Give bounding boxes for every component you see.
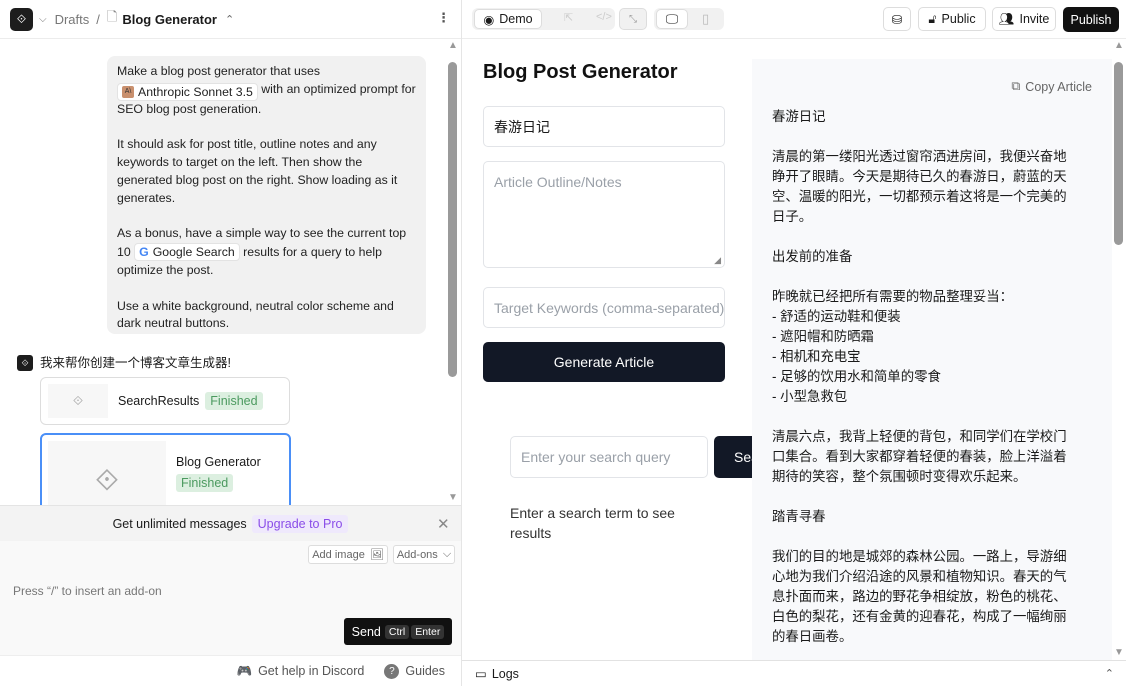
prompt-text: Use a white background, neutral color sc… <box>117 298 394 331</box>
chevrons-up-icon[interactable]: ⌃ <box>1105 667 1114 680</box>
breadcrumb-separator: / <box>96 11 100 27</box>
logs-bar[interactable]: ▭ Logs ⌃ <box>462 660 1126 686</box>
article-paragraph: 出发前的准备 <box>772 249 853 264</box>
breadcrumb-drafts[interactable]: Drafts <box>55 12 90 27</box>
artifact-thumbnail: ⟐ <box>48 384 108 418</box>
demo-label: Demo <box>499 12 533 26</box>
users-icon: 👥︎ <box>998 11 1015 26</box>
guides-link[interactable]: Guides <box>405 664 445 678</box>
chat-scrollbar[interactable]: ▲ ▼ <box>446 40 460 505</box>
keywords-placeholder: Target Keywords (comma-separated) <box>494 299 725 316</box>
public-label: Public <box>941 12 976 26</box>
page-title: Blog Post Generator <box>483 61 678 83</box>
artifact-card-blog-generator[interactable]: ⟐ Blog Generator Finished <box>40 433 291 505</box>
article-paragraph: 踏青寻春 <box>772 509 826 524</box>
composer: Add image 🖼 Add-ons ⌵ Press “/” to insert … <box>0 541 461 655</box>
logs-label: Logs <box>491 666 519 681</box>
kbd-ctrl: Ctrl <box>384 624 410 639</box>
card-title: SearchResults <box>118 394 200 408</box>
google-search-label: Google Search <box>152 245 235 260</box>
logs-icon: ▭ <box>475 667 487 681</box>
model-chip[interactable]: A\ Anthropic Sonnet 3.5 <box>117 82 258 101</box>
more-menu-icon[interactable]: ⋮ <box>437 10 450 26</box>
outline-textarea[interactable]: Article Outline/Notes ◢ <box>483 161 725 268</box>
title-input[interactable]: 春游日记 <box>483 106 725 147</box>
send-button[interactable]: Send Ctrl Enter <box>344 618 452 645</box>
chat-panel: ⟐ ⌵ Drafts / 🗋 Blog Generator ⌃ ⋮ Make a… <box>0 0 462 686</box>
public-button[interactable]: 🔓︎ Public <box>918 7 986 31</box>
chevron-down-icon: ⌵ <box>442 548 452 560</box>
desktop-icon[interactable]: 🖵 <box>656 9 688 29</box>
invite-button[interactable]: 👥︎ Invite <box>992 7 1056 31</box>
close-icon[interactable]: ✕ <box>437 515 450 533</box>
article-paragraph: 春游日记 <box>772 109 826 124</box>
publish-button[interactable]: Publish <box>1063 7 1119 32</box>
article-paragraph: 清晨的第一缕阳光透过窗帘洒进房间，我便兴奋地睁开了眼睛。今天是期待已久的春游日，… <box>772 149 1067 224</box>
cursor-icon[interactable]: ⇱ <box>564 11 573 24</box>
mobile-icon[interactable]: ▯ <box>702 11 709 27</box>
image-icon: 🖼 <box>369 549 384 561</box>
eye-icon: ◉ <box>483 12 495 27</box>
unlock-icon: 🔓︎ <box>928 11 937 26</box>
device-switch: 🖵 ▯ <box>654 8 724 30</box>
demo-tab[interactable]: ◉ Demo <box>474 9 542 29</box>
upgrade-banner: Get unlimited messages Upgrade to Pro ✕ <box>0 505 461 541</box>
bot-reply: 我来帮你创建一个博客文章生成器! <box>40 356 231 370</box>
preview-scrollbar[interactable]: ▲ ▼ <box>1112 40 1126 660</box>
addons-label: Add-ons <box>396 548 438 561</box>
file-icon: 🗋 <box>106 9 118 24</box>
discord-link[interactable]: Get help in Discord <box>258 664 364 678</box>
copy-article-button[interactable]: ⧉ Copy Article <box>1011 79 1092 94</box>
generate-article-button[interactable]: Generate Article <box>483 342 725 382</box>
upgrade-text: Get unlimited messages <box>112 516 247 531</box>
add-image-label: Add image <box>312 548 365 561</box>
chevrons-up-icon[interactable]: ⌃ <box>225 13 234 26</box>
mode-switch: ◉ Demo ⇱ </> <box>472 8 615 30</box>
article-paragraph: 清晨六点，我背上轻便的背包，和同学们在学校门口集合。看到大家都穿着轻便的春装，脸… <box>772 429 1067 484</box>
upgrade-link[interactable]: Upgrade to Pro <box>251 514 349 533</box>
article-paragraph: 昨晚就已经把所有需要的物品整理妥当： - 舒适的运动鞋和便装 - 遮阳帽和防晒霜… <box>772 289 1014 404</box>
copy-label: Copy Article <box>1025 79 1092 94</box>
user-message: Make a blog post generator that uses A\ An… <box>107 56 426 334</box>
prompt-text: Make a blog post generator that uses <box>117 64 321 78</box>
card-title: Blog Generator <box>176 455 261 469</box>
search-input[interactable]: Enter your search query <box>510 436 708 478</box>
invite-label: Invite <box>1019 12 1050 26</box>
coins-icon[interactable]: ⛁ <box>883 7 911 31</box>
google-icon: G <box>139 245 149 260</box>
discord-icon: 🎮 <box>236 663 253 678</box>
collapse-icon[interactable]: ⤡ <box>619 8 647 30</box>
breadcrumb-current[interactable]: Blog Generator <box>122 12 217 27</box>
artifact-card-searchresults[interactable]: ⟐ SearchResults Finished <box>40 377 290 425</box>
copy-icon: ⧉ <box>1011 79 1021 93</box>
search-hint: Enter a search term to see results <box>510 505 675 541</box>
app-logo[interactable]: ⟐ <box>10 7 33 31</box>
status-badge: Finished <box>205 392 263 410</box>
send-label: Send <box>351 624 381 639</box>
model-chip-label: Anthropic Sonnet 3.5 <box>138 84 253 99</box>
anthropic-icon: A\ <box>122 85 134 98</box>
status-badge: Finished <box>176 474 234 492</box>
prompt-text: It should ask for post title, outline no… <box>117 137 398 205</box>
artifact-thumbnail: ⟐ <box>48 441 166 505</box>
kbd-enter: Enter <box>411 624 445 639</box>
bot-avatar: ⟐ <box>17 355 33 371</box>
add-image-button[interactable]: Add image 🖼 <box>308 545 388 564</box>
keywords-input[interactable]: Target Keywords (comma-separated) <box>483 287 725 328</box>
google-search-chip[interactable]: G Google Search <box>134 243 240 262</box>
search-placeholder: Enter your search query <box>521 449 671 465</box>
article-paragraph: 我们的目的地是城郊的森林公园。一路上，导游细心地为我们介绍沿途的风景和植物知识。… <box>772 549 1067 644</box>
article-panel: ⧉ Copy Article 春游日记 清晨的第一缕阳光透过窗帘洒进房间，我便兴奋… <box>752 59 1112 660</box>
addons-dropdown[interactable]: Add-ons ⌵ <box>393 545 455 564</box>
outline-placeholder: Article Outline/Notes <box>494 174 622 190</box>
preview-toolbar: ◉ Demo ⇱ </> ⤡ 🖵 ▯ ⛁ 🔓︎ Public 👥︎ Invite Pu… <box>462 0 1126 39</box>
message-input[interactable]: Press “/” to insert an add-on <box>13 584 162 598</box>
help-icon: ? <box>384 663 400 679</box>
left-footer: 🎮 Get help in Discord ? Guides <box>0 655 461 686</box>
code-icon[interactable]: </> <box>596 11 612 23</box>
resize-handle-icon[interactable]: ◢ <box>714 255 721 266</box>
chevron-down-icon[interactable]: ⌵ <box>39 14 47 25</box>
left-header: ⟐ ⌵ Drafts / 🗋 Blog Generator ⌃ ⋮ <box>0 0 461 39</box>
